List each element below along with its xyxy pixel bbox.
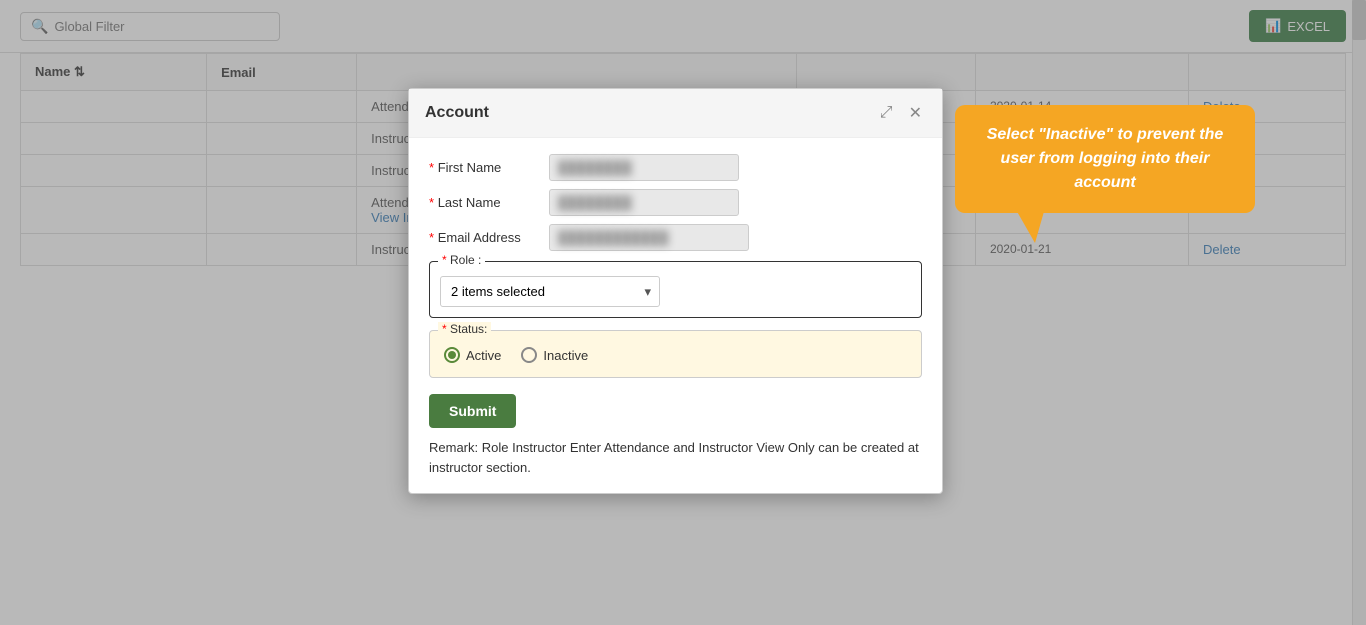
chevron-down-icon: ▾ — [644, 284, 651, 300]
required-star: * — [429, 160, 434, 175]
active-radio-label[interactable]: Active — [444, 347, 501, 363]
role-fieldset: * Role : 2 items selected ▾ — [429, 261, 922, 318]
role-legend: * Role : — [438, 253, 485, 267]
first-name-label: * First Name — [429, 160, 549, 175]
role-selected-value: 2 items selected — [451, 284, 545, 299]
inactive-radio-label[interactable]: Inactive — [521, 347, 588, 363]
status-fieldset: * Status: Active Inactive — [429, 330, 922, 378]
required-star: * — [429, 230, 434, 245]
required-star: * — [442, 322, 447, 336]
callout-tooltip: Select "Inactive" to prevent the user fr… — [955, 105, 1255, 213]
last-name-label: * Last Name — [429, 195, 549, 210]
modal-header-actions: ⤢ ✕ — [876, 101, 926, 125]
active-radio[interactable] — [444, 347, 460, 363]
status-radio-group: Active Inactive — [444, 347, 907, 363]
expand-icon: ⤢ — [880, 104, 893, 121]
role-select-wrapper: 2 items selected ▾ — [440, 276, 911, 307]
email-row: * Email Address ████████████ — [429, 224, 922, 251]
close-button[interactable]: ✕ — [905, 101, 926, 125]
active-label: Active — [466, 348, 501, 363]
remark-text: Remark: Role Instructor Enter Attendance… — [429, 438, 922, 477]
submit-button[interactable]: Submit — [429, 394, 516, 428]
inactive-radio[interactable] — [521, 347, 537, 363]
modal-body: * First Name ████████ * Last Name ██████… — [409, 138, 942, 493]
account-modal: Account ⤢ ✕ * First Name ████████ — [408, 88, 943, 494]
email-label: * Email Address — [429, 230, 549, 245]
first-name-input[interactable]: ████████ — [549, 154, 739, 181]
last-name-input[interactable]: ████████ — [549, 189, 739, 216]
email-input[interactable]: ████████████ — [549, 224, 749, 251]
expand-button[interactable]: ⤢ — [876, 102, 897, 124]
callout-text: Select "Inactive" to prevent the user fr… — [975, 123, 1235, 195]
page-background: 🔍 📊 EXCEL Name ⇅ Email — [0, 0, 1366, 625]
modal-header: Account ⤢ ✕ — [409, 89, 942, 138]
inactive-label: Inactive — [543, 348, 588, 363]
first-name-row: * First Name ████████ — [429, 154, 922, 181]
last-name-row: * Last Name ████████ — [429, 189, 922, 216]
close-icon: ✕ — [909, 105, 922, 122]
required-star: * — [429, 195, 434, 210]
required-star: * — [442, 253, 447, 267]
modal-title: Account — [425, 104, 489, 122]
status-legend: * Status: — [438, 322, 491, 336]
role-dropdown[interactable]: 2 items selected ▾ — [440, 276, 660, 307]
